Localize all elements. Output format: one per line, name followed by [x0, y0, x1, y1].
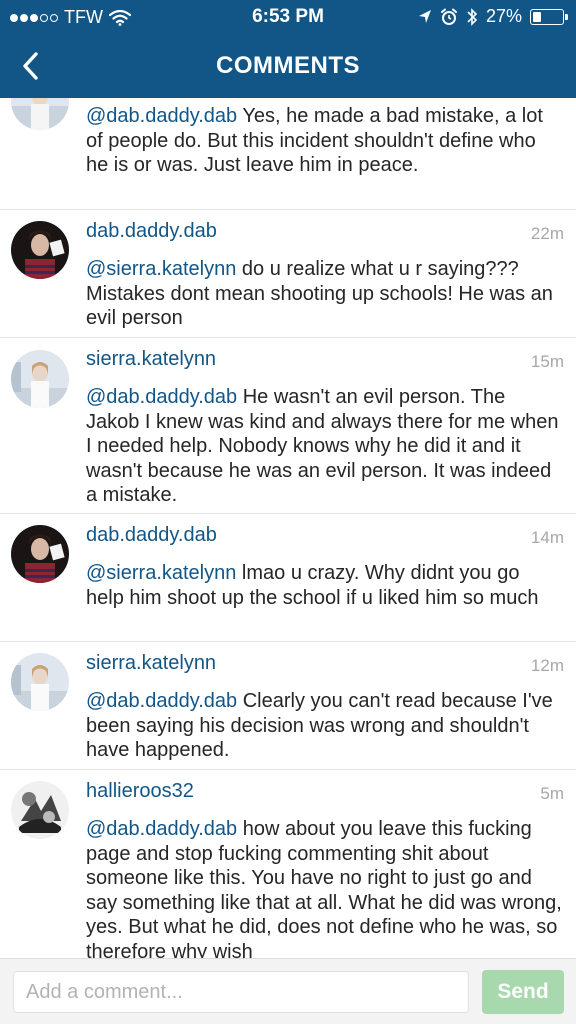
mention-link[interactable]: @dab.daddy.dab	[86, 105, 237, 127]
avatar[interactable]	[11, 221, 69, 279]
bluetooth-icon	[467, 7, 478, 26]
avatar[interactable]	[11, 350, 69, 408]
comment-item: @dab.daddy.dab Yes, he made a bad mistak…	[0, 98, 576, 210]
comment-text: @dab.daddy.dab Yes, he made a bad mistak…	[86, 105, 543, 176]
comment-time: 15m	[530, 352, 564, 371]
comment-text: @dab.daddy.dab Clearly you can't read be…	[86, 690, 553, 761]
comment-time: 5m	[540, 784, 564, 803]
comment-item: sierra.katelynn 15m @dab.daddy.dab He wa…	[0, 338, 576, 514]
comment-time: 14m	[530, 528, 564, 547]
avatar[interactable]	[11, 653, 69, 711]
avatar[interactable]	[11, 781, 69, 839]
send-button[interactable]: Send	[482, 970, 564, 1014]
comment-text: @dab.daddy.dab He wasn't an evil person.…	[86, 386, 559, 506]
nav-bar: COMMENTS	[0, 34, 576, 98]
comment-composer: Send	[0, 958, 576, 1024]
alarm-icon	[440, 8, 457, 25]
status-icons: 27%	[418, 6, 568, 27]
avatar[interactable]	[11, 525, 69, 583]
comment-item: dab.daddy.dab 22m @sierra.katelynn do u …	[0, 210, 576, 338]
comment-username[interactable]: sierra.katelynn	[86, 652, 216, 675]
mention-link[interactable]: @sierra.katelynn	[86, 562, 236, 584]
mention-link[interactable]: @dab.daddy.dab	[86, 386, 237, 408]
comment-item: dab.daddy.dab 14m @sierra.katelynn lmao …	[0, 514, 576, 642]
mention-link[interactable]: @dab.daddy.dab	[86, 690, 237, 712]
top-bar: TFW 6:53 PM 27% COMMENTS	[0, 0, 576, 98]
comment-text: @dab.daddy.dab how about you leave this …	[86, 818, 562, 958]
page-title: COMMENTS	[216, 52, 360, 79]
comment-item: hallieroos32 5m @dab.daddy.dab how about…	[0, 770, 576, 958]
comment-username[interactable]: dab.daddy.dab	[86, 524, 217, 547]
comment-time: 12m	[530, 656, 564, 675]
comment-list[interactable]: @dab.daddy.dab Yes, he made a bad mistak…	[0, 98, 576, 958]
comment-item: sierra.katelynn 12m @dab.daddy.dab Clear…	[0, 642, 576, 770]
mention-link[interactable]: @sierra.katelynn	[86, 258, 236, 280]
comment-username[interactable]: hallieroos32	[86, 780, 194, 803]
location-arrow-icon	[418, 9, 431, 23]
battery-percent: 27%	[485, 6, 522, 26]
comment-text: @sierra.katelynn lmao u crazy. Why didnt…	[86, 562, 539, 609]
comment-time: 22m	[530, 224, 564, 243]
battery-icon	[530, 8, 568, 25]
mention-link[interactable]: @dab.daddy.dab	[86, 818, 237, 840]
comment-text: @sierra.katelynn do u realize what u r s…	[86, 258, 553, 329]
comment-username[interactable]: dab.daddy.dab	[86, 220, 217, 243]
status-bar: TFW 6:53 PM 27%	[0, 0, 576, 34]
comment-input[interactable]	[13, 971, 469, 1013]
avatar[interactable]	[11, 98, 69, 130]
comment-username[interactable]: sierra.katelynn	[86, 348, 216, 371]
